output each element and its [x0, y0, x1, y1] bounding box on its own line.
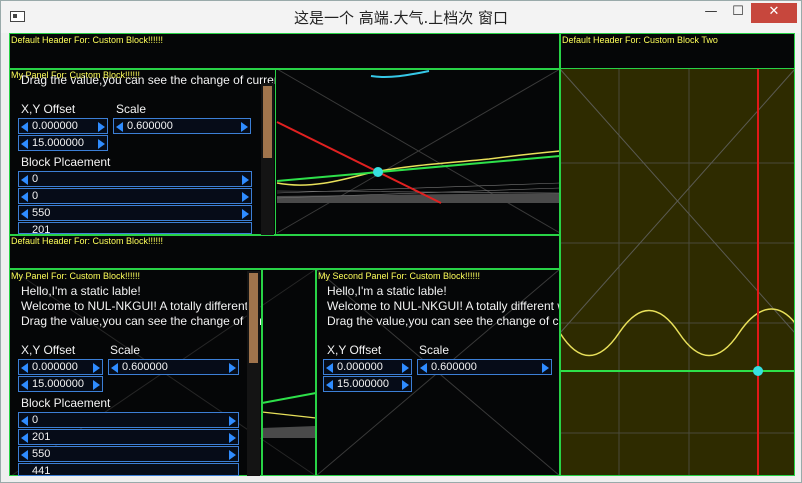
- increment-icon[interactable]: [229, 416, 236, 426]
- decrement-icon[interactable]: [21, 433, 28, 443]
- panel-top-scale-field[interactable]: 0.600000: [113, 118, 251, 134]
- decrement-icon[interactable]: [326, 363, 333, 373]
- panel-bottom-right-scale-field[interactable]: 0.600000: [417, 359, 552, 375]
- panel-bottom-left-placement-label: Block Plcaement: [21, 396, 111, 410]
- panel-top-offset-x-field[interactable]: 0.000000: [18, 118, 108, 134]
- increment-icon[interactable]: [98, 122, 105, 132]
- decrement-icon[interactable]: [21, 363, 28, 373]
- increment-icon[interactable]: [229, 363, 236, 373]
- decrement-icon[interactable]: [21, 175, 28, 185]
- block-one-header: Default Header For: Custom Block!!!!!!: [11, 35, 164, 45]
- panel-bottom-left-scroll-thumb[interactable]: [249, 273, 258, 363]
- increment-icon[interactable]: [242, 209, 249, 219]
- decrement-icon[interactable]: [21, 450, 28, 460]
- panel-top-placement-field-1[interactable]: 0: [18, 171, 252, 187]
- decrement-icon[interactable]: [326, 380, 333, 390]
- title-bar[interactable]: 这是一个 高端.大气.上档次 窗口 — ☐ ✕: [1, 1, 801, 33]
- panel-top-offset-y-field[interactable]: 15.000000: [18, 135, 108, 151]
- increment-icon[interactable]: [229, 433, 236, 443]
- minimize-button[interactable]: —: [697, 3, 725, 23]
- block-two-header: Default Header For: Custom Block Two: [562, 35, 718, 45]
- panel-bottom-left-offset-y-field[interactable]: 15.000000: [18, 376, 103, 392]
- decrement-icon[interactable]: [21, 209, 28, 219]
- app-window: 这是一个 高端.大气.上档次 窗口 — ☐ ✕ Default Header F…: [0, 0, 802, 483]
- block-one-scene: [275, 69, 560, 235]
- panel-top-scroll-thumb[interactable]: [263, 86, 272, 158]
- panel-bottom-strip: [262, 269, 316, 476]
- increment-icon[interactable]: [241, 122, 248, 132]
- maximize-button[interactable]: ☐: [725, 3, 751, 23]
- decrement-icon[interactable]: [21, 122, 28, 132]
- panel-top-placement-label: Block Plcaement: [21, 155, 111, 169]
- panel-top-placement-field-3[interactable]: 550: [18, 205, 252, 221]
- panel-top-drag-text: Drag the value,you can see the change of…: [21, 73, 275, 87]
- panel-top-offset-label: X,Y Offset: [21, 102, 76, 116]
- panel-top-placement-field-4[interactable]: 201: [18, 222, 252, 234]
- panel-bottom-left-placement-field-1[interactable]: 0: [18, 412, 239, 428]
- increment-icon[interactable]: [93, 363, 100, 373]
- panel-bottom-left-line-3: Drag the value,you can see the change of…: [21, 314, 261, 328]
- increment-icon[interactable]: [242, 175, 249, 185]
- panel-top-scrollbar[interactable]: [261, 83, 274, 235]
- decrement-icon[interactable]: [116, 122, 123, 132]
- panel-bottom-right-offset-label: X,Y Offset: [327, 343, 382, 357]
- decrement-icon[interactable]: [21, 380, 28, 390]
- increment-icon[interactable]: [242, 192, 249, 202]
- close-button[interactable]: ✕: [751, 3, 797, 23]
- panel-bottom-left-scale-field[interactable]: 0.600000: [108, 359, 239, 375]
- panel-bottom-left-title: My Panel For: Custom Block!!!!!!: [11, 271, 141, 281]
- increment-icon[interactable]: [93, 380, 100, 390]
- panel-bottom-left-placement-field-4[interactable]: 441: [18, 463, 239, 476]
- panel-bottom-right-line-1: Hello,I'm a static lable!: [327, 284, 447, 298]
- panel-bottom-right-scale-label: Scale: [419, 343, 450, 357]
- panel-bottom-right-line-2: Welcome to NUL-NKGUI! A totally differen…: [327, 299, 559, 313]
- block-two: [560, 33, 795, 476]
- decrement-icon[interactable]: [111, 363, 118, 373]
- decrement-icon[interactable]: [21, 139, 28, 149]
- block-three-header: Default Header For: Custom Block!!!!!!: [11, 236, 164, 246]
- render-surface: Default Header For: Custom Block!!!!!! D…: [9, 33, 795, 476]
- panel-bottom-left-placement-field-3[interactable]: 550: [18, 446, 239, 462]
- panel-bottom-left-placement-field-2[interactable]: 201: [18, 429, 239, 445]
- panel-bottom-left-scrollbar[interactable]: [247, 271, 260, 476]
- panel-bottom-right-offset-y-field[interactable]: 15.000000: [323, 376, 412, 392]
- decrement-icon[interactable]: [21, 416, 28, 426]
- panel-bottom-left-offset-label: X,Y Offset: [21, 343, 76, 357]
- panel-top-placement-field-2[interactable]: 0: [18, 188, 252, 204]
- panel-bottom-right-offset-x-field[interactable]: 0.000000: [323, 359, 412, 375]
- increment-icon[interactable]: [229, 450, 236, 460]
- panel-top-scale-label: Scale: [116, 102, 147, 116]
- panel-bottom-left-scale-label: Scale: [110, 343, 141, 357]
- decrement-icon[interactable]: [420, 363, 427, 373]
- panel-bottom-right-line-3: Drag the value,you can see the change of…: [327, 314, 559, 328]
- increment-icon[interactable]: [98, 139, 105, 149]
- window-title: 这是一个 高端.大气.上档次 窗口: [293, 9, 509, 27]
- panel-bottom-left-line-2: Welcome to NUL-NKGUI! A totally differen…: [21, 299, 260, 313]
- panel-bottom-left-line-1: Hello,I'm a static lable!: [21, 284, 141, 298]
- panel-bottom-right-title: My Second Panel For: Custom Block!!!!!!: [318, 271, 481, 281]
- increment-icon[interactable]: [402, 380, 409, 390]
- decrement-icon[interactable]: [21, 192, 28, 202]
- panel-bottom-left-offset-x-field[interactable]: 0.000000: [18, 359, 103, 375]
- increment-icon[interactable]: [542, 363, 549, 373]
- increment-icon[interactable]: [402, 363, 409, 373]
